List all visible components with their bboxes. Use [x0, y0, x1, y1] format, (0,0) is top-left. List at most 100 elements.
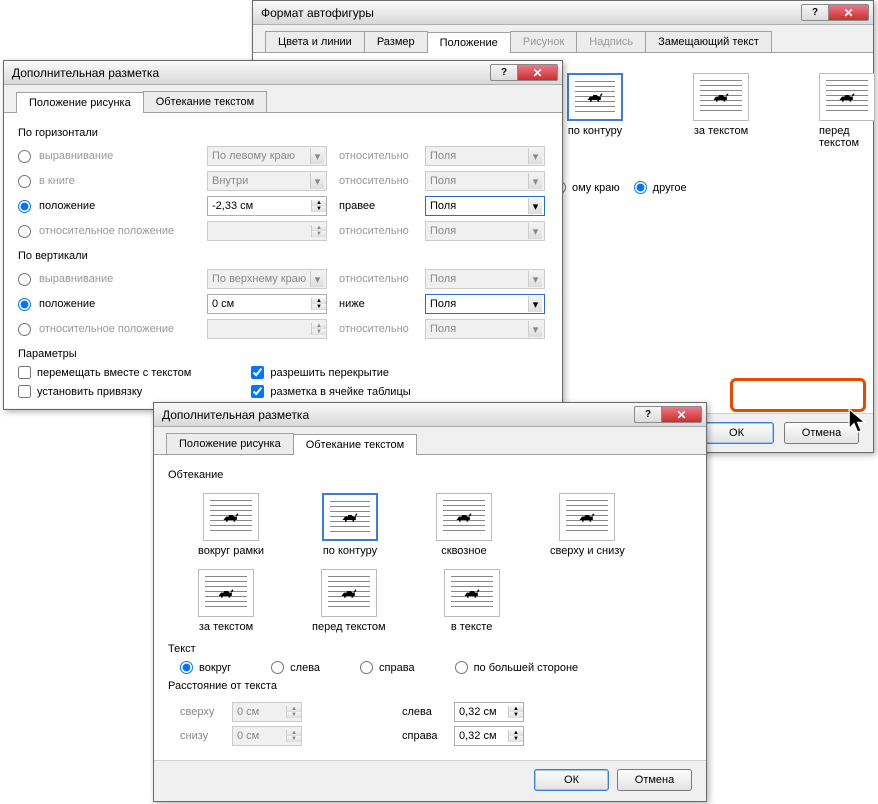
checkbox-cell-layout[interactable]	[251, 385, 264, 398]
wrap-topbottom[interactable]: сверху и снизу	[550, 493, 625, 557]
checkbox-anchor[interactable]	[18, 385, 31, 398]
close-button[interactable]: ✕	[518, 64, 558, 81]
tab-picture-position[interactable]: Положение рисунка	[166, 433, 294, 454]
tab-colors[interactable]: Цвета и линии	[265, 31, 365, 52]
radio-other[interactable]: другое	[634, 181, 687, 194]
chevron-down-icon: ▾	[310, 271, 324, 287]
wrap-tight[interactable]: по контуру	[322, 493, 378, 557]
wrap-option-behind[interactable]: за текстом	[693, 73, 749, 149]
label-relative: относительно	[335, 273, 417, 285]
group-params: Параметры	[18, 348, 548, 360]
input-dist-left[interactable]: 0,32 см▲▼	[454, 702, 524, 722]
chevron-down-icon: ▾	[528, 223, 542, 239]
radio-v-align[interactable]	[18, 273, 31, 286]
input-dist-bottom: 0 см▲▼	[232, 726, 302, 746]
help-button[interactable]: ?	[801, 4, 829, 21]
group-text: Текст	[168, 643, 692, 655]
label-dist-top: сверху	[180, 706, 224, 718]
tab-picture: Рисунок	[510, 31, 578, 52]
tab-text-wrap[interactable]: Обтекание текстом	[143, 91, 268, 112]
wrap-inline[interactable]: в тексте	[444, 569, 500, 633]
group-distance: Расстояние от текста	[168, 680, 692, 692]
combo-h-pos-rel[interactable]: Поля▾	[425, 196, 545, 216]
label-v-pos: положение	[39, 298, 199, 310]
chevron-down-icon: ▾	[528, 271, 542, 287]
ok-button[interactable]: ОК	[699, 422, 774, 444]
combo-v-relpos-rel: Поля▾	[425, 319, 545, 339]
dialog-title: Дополнительная разметка	[162, 408, 634, 422]
spinner-down-icon[interactable]: ▼	[312, 304, 326, 310]
ok-button[interactable]: ОК	[534, 769, 609, 791]
input-h-pos-value[interactable]: -2,33 см▲▼	[207, 196, 327, 216]
radio-h-relpos[interactable]	[18, 225, 31, 238]
wrap-label: по контуру	[568, 125, 622, 137]
wrap-option-contour[interactable]: по контуру	[567, 73, 623, 149]
tab-text-wrap[interactable]: Обтекание текстом	[293, 434, 418, 455]
wrap-option-front[interactable]: перед текстом	[819, 73, 875, 149]
chevron-down-icon: ▾	[528, 321, 542, 337]
advanced-layout-dialog-position: Дополнительная разметка ? ✕ Положение ри…	[3, 60, 563, 410]
checkbox-overlap[interactable]	[251, 366, 264, 379]
spinner-down-icon[interactable]: ▼	[509, 736, 523, 742]
radio-text-around[interactable]: вокруг	[180, 661, 231, 674]
spinner-down-icon[interactable]: ▼	[509, 712, 523, 718]
dialog-title: Формат автофигуры	[261, 6, 801, 20]
radio-left-edge[interactable]: ому краю	[553, 181, 620, 194]
cancel-button[interactable]: Отмена	[617, 769, 692, 791]
tab-picture-position[interactable]: Положение рисунка	[16, 92, 144, 113]
radio-h-pos[interactable]	[18, 200, 31, 213]
spinner-down-icon[interactable]: ▼	[312, 206, 326, 212]
close-button[interactable]: ✕	[662, 406, 702, 423]
radio-h-align[interactable]	[18, 150, 31, 163]
radio-v-relpos[interactable]	[18, 323, 31, 336]
radio-input[interactable]	[634, 181, 647, 194]
close-button[interactable]: ✕	[829, 4, 869, 21]
input-v-pos-value[interactable]: 0 см▲▼	[207, 294, 327, 314]
radio-text-largest[interactable]: по большей стороне	[455, 661, 579, 674]
cancel-button[interactable]: Отмена	[784, 422, 859, 444]
label-below: ниже	[335, 298, 417, 310]
chevron-down-icon[interactable]: ▾	[528, 198, 542, 214]
dog-icon	[837, 90, 857, 104]
label-dist-bottom: снизу	[180, 730, 224, 742]
help-button[interactable]: ?	[490, 64, 518, 81]
tab-caption: Надпись	[576, 31, 646, 52]
dog-icon	[339, 586, 359, 600]
label-relative: относительно	[335, 150, 417, 162]
label-dist-left: слева	[402, 706, 446, 718]
wrap-through[interactable]: сквозное	[436, 493, 492, 557]
help-button[interactable]: ?	[634, 406, 662, 423]
group-horizontal: По горизонтали	[18, 127, 548, 139]
tabstrip: Положение рисунка Обтекание текстом	[4, 85, 562, 113]
spinner-down-icon: ▼	[312, 231, 326, 237]
titlebar[interactable]: Дополнительная разметка ? ✕	[154, 403, 706, 427]
label-dist-right: справа	[402, 730, 446, 742]
checkbox-move-with-text[interactable]	[18, 366, 31, 379]
wrap-behind[interactable]: за текстом	[198, 569, 254, 633]
titlebar[interactable]: Дополнительная разметка ? ✕	[4, 61, 562, 85]
chevron-down-icon[interactable]: ▾	[528, 296, 542, 312]
combo-h-relpos-rel: Поля▾	[425, 221, 545, 241]
tabstrip: Положение рисунка Обтекание текстом	[154, 427, 706, 455]
tabstrip: Цвета и линии Размер Положение Рисунок Н…	[253, 25, 873, 53]
combo-v-pos-rel[interactable]: Поля▾	[425, 294, 545, 314]
tab-size[interactable]: Размер	[364, 31, 428, 52]
dog-icon	[216, 586, 236, 600]
dog-icon	[577, 510, 597, 524]
radio-v-pos[interactable]	[18, 298, 31, 311]
wrap-square[interactable]: вокруг рамки	[198, 493, 264, 557]
label-v-align: выравнивание	[39, 273, 199, 285]
input-dist-right[interactable]: 0,32 см▲▼	[454, 726, 524, 746]
radio-text-left[interactable]: слева	[271, 661, 320, 674]
label-relative: относительно	[335, 225, 417, 237]
titlebar[interactable]: Формат автофигуры ? ✕	[253, 1, 873, 25]
tab-position[interactable]: Положение	[427, 32, 511, 53]
radio-text-right[interactable]: справа	[360, 661, 415, 674]
label-h-book: в книге	[39, 175, 199, 187]
input-h-relpos-value: ▲▼	[207, 221, 327, 241]
wrap-front[interactable]: перед текстом	[312, 569, 386, 633]
advanced-layout-dialog-wrap: Дополнительная разметка ? ✕ Положение ри…	[153, 402, 707, 802]
tab-alttext[interactable]: Замещающий текст	[645, 31, 772, 52]
radio-h-book[interactable]	[18, 175, 31, 188]
chevron-down-icon: ▾	[528, 148, 542, 164]
